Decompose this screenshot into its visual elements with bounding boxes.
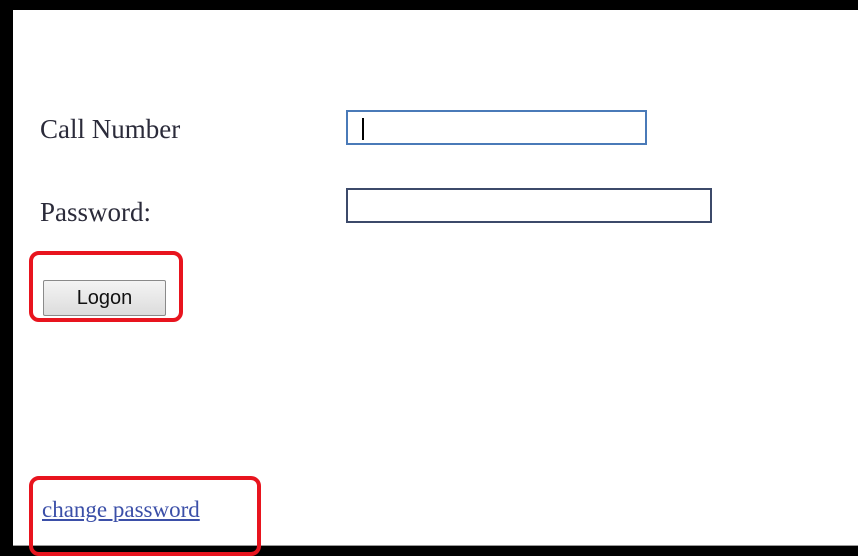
call-number-input[interactable] <box>346 110 647 145</box>
password-input[interactable] <box>346 188 712 223</box>
call-number-label: Call Number <box>40 114 181 144</box>
logon-panel: Call Number Password: Logon change passw… <box>13 10 858 556</box>
change-password-link[interactable]: change password <box>42 497 200 523</box>
password-label: Password: <box>40 197 152 227</box>
logon-button[interactable]: Logon <box>43 280 166 316</box>
text-caret <box>362 118 364 140</box>
